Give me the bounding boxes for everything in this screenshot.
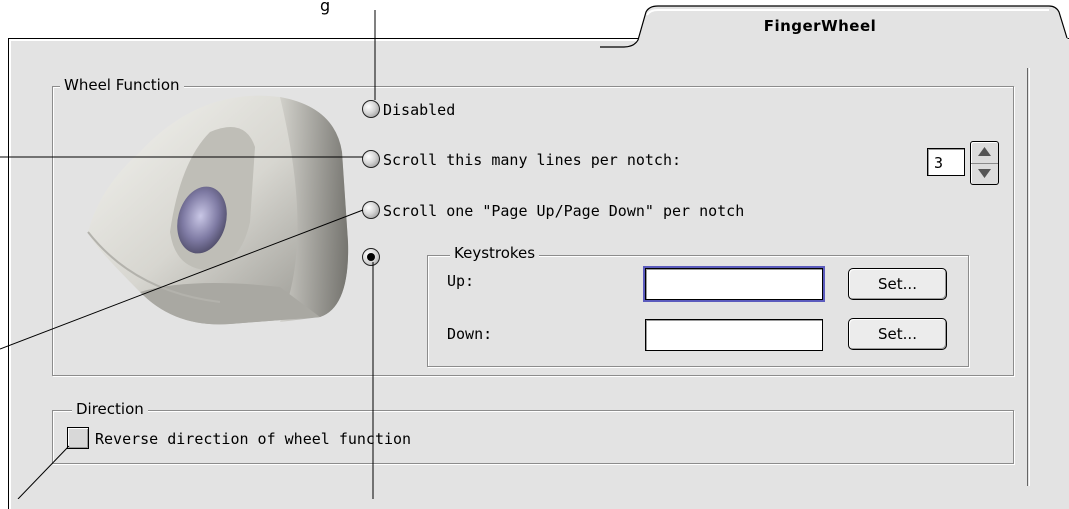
callout-lines — [0, 10, 376, 499]
